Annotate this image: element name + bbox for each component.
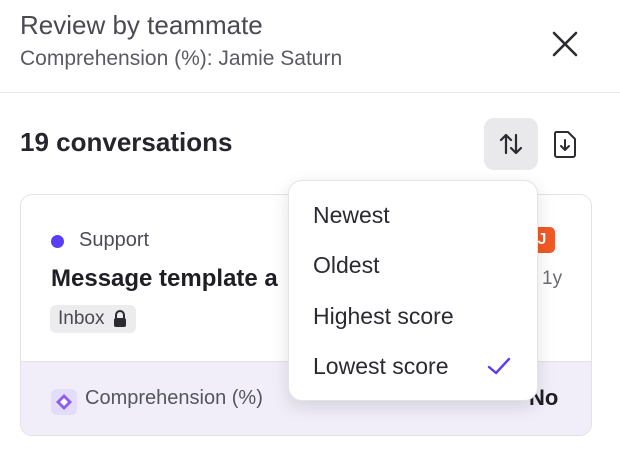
conversation-source: Support (79, 229, 150, 251)
export-button[interactable] (545, 122, 585, 166)
panel-subtitle: Comprehension (%): Jamie Saturn (20, 47, 343, 70)
source-dot (51, 235, 64, 248)
sort-option-oldest[interactable]: Oldest (289, 240, 537, 290)
panel-title: Review by teammate (20, 10, 263, 40)
criterion-label: Comprehension (%) (85, 387, 263, 409)
inbox-tag: Inbox (50, 305, 137, 333)
sort-option-label: Highest score (313, 302, 454, 329)
sort-button[interactable] (484, 118, 538, 170)
sort-option-label: Lowest score (313, 352, 449, 379)
sort-arrows-icon (499, 133, 523, 155)
sort-option-newest[interactable]: Newest (289, 190, 537, 240)
file-download-icon (553, 131, 576, 158)
close-button[interactable] (545, 24, 585, 64)
sort-option-highest-score[interactable]: Highest score (289, 291, 537, 341)
inbox-tag-label: Inbox (58, 308, 105, 329)
criterion-icon-wrap (51, 389, 77, 415)
conversation-count: 19 conversations (20, 127, 233, 157)
sparkle-diamond-icon (56, 394, 72, 410)
conversation-time: 1y (542, 268, 563, 289)
sort-option-label: Newest (313, 201, 390, 228)
sort-option-lowest-score[interactable]: Lowest score (289, 341, 537, 391)
conversation-title: Message template a (51, 265, 278, 292)
checkmark-icon (487, 357, 511, 375)
lock-icon (114, 310, 127, 327)
panel-header: Review by teammate Comprehension (%): Ja… (0, 0, 620, 93)
close-icon (552, 31, 578, 57)
sort-option-label: Oldest (313, 251, 380, 278)
sort-menu: Newest Oldest Highest score Lowest score (288, 180, 538, 401)
